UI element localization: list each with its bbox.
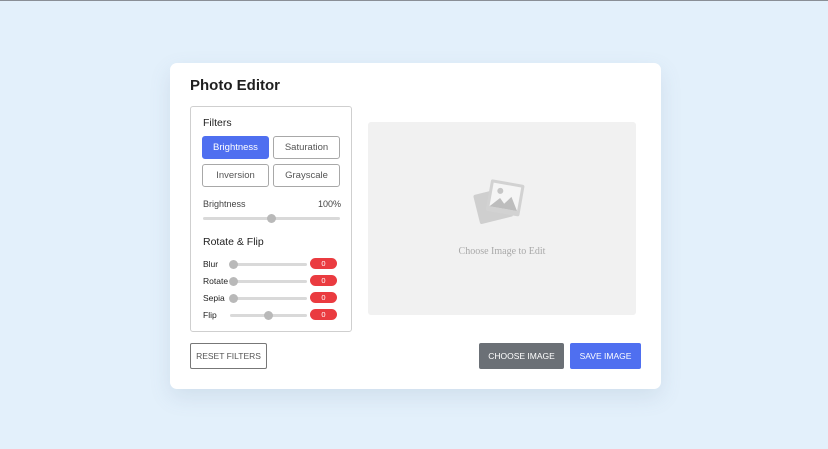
filters-heading: Filters <box>203 117 232 129</box>
filter-slider-value: 100% <box>317 199 341 209</box>
sepia-slider[interactable] <box>228 294 307 303</box>
controls-panel: Filters Brightness Saturation Inversion … <box>190 106 352 332</box>
reset-filters-button[interactable]: RESET FILTERS <box>190 343 267 369</box>
preview-placeholder-text: Choose Image to Edit <box>458 246 546 257</box>
filter-saturation-button[interactable]: Saturation <box>273 136 340 159</box>
flip-slider[interactable] <box>230 311 307 320</box>
save-image-button[interactable]: SAVE IMAGE <box>570 343 641 369</box>
rotate-label: Rotate <box>203 276 229 286</box>
photo-placeholder-icon <box>473 179 525 224</box>
blur-slider[interactable] <box>228 260 307 269</box>
sepia-slider-thumb[interactable] <box>228 294 238 303</box>
page-title: Photo Editor <box>190 77 280 94</box>
blur-value-badge: 0 <box>310 258 337 269</box>
filter-grayscale-button[interactable]: Grayscale <box>273 164 340 187</box>
image-preview-area[interactable]: Choose Image to Edit <box>368 122 636 315</box>
blur-label: Blur <box>203 259 219 269</box>
rotate-value-badge: 0 <box>310 275 337 286</box>
flip-slider-thumb[interactable] <box>264 311 273 320</box>
rotate-slider-thumb[interactable] <box>228 277 238 286</box>
rotate-flip-heading: Rotate & Flip <box>203 236 264 248</box>
filter-slider[interactable] <box>203 214 340 223</box>
flip-value-badge: 0 <box>310 309 337 320</box>
rotate-slider[interactable] <box>228 277 307 286</box>
filter-slider-label: Brightness <box>203 199 246 209</box>
filter-brightness-button[interactable]: Brightness <box>202 136 269 159</box>
photo-editor-card: Photo Editor Filters Brightness Saturati… <box>170 63 661 389</box>
filter-inversion-button[interactable]: Inversion <box>202 164 269 187</box>
sepia-label: Sepia <box>203 293 225 303</box>
sepia-value-badge: 0 <box>310 292 337 303</box>
filter-slider-thumb[interactable] <box>267 214 276 223</box>
flip-label: Flip <box>203 310 217 320</box>
blur-slider-thumb[interactable] <box>228 260 238 269</box>
choose-image-button[interactable]: CHOOSE IMAGE <box>479 343 564 369</box>
